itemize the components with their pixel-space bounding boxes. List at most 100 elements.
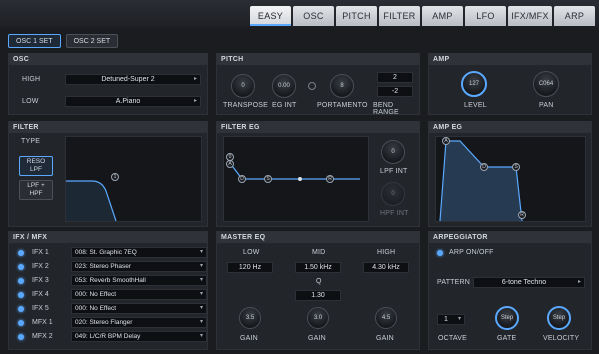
eg-int-knob[interactable]: 0.00 — [272, 74, 296, 98]
octave-label: OCTAVE — [438, 335, 467, 342]
editor-window: EASY OSC PITCH FILTER AMP LFO IFX/MFX AR… — [0, 0, 599, 354]
pan-knob[interactable]: C064 — [533, 71, 559, 97]
panel-title: FILTER EG — [217, 122, 419, 133]
lpf-int-value: 0 — [391, 149, 395, 155]
fx-type-select[interactable]: 049: L/C/R BPM Delay ▾ — [71, 331, 207, 342]
tab-filter[interactable]: FILTER — [379, 6, 420, 26]
transpose-knob[interactable]: 0 — [231, 74, 255, 98]
fx-type-select[interactable]: 023: Stereo Phaser ▾ — [71, 261, 207, 272]
osc-panel: OSC HIGH Detuned-Super 2 ▸ LOW A.Piano ▸ — [8, 53, 208, 115]
osc-set-selector: OSC 1 SET OSC 2 SET — [8, 34, 119, 48]
amp-eg-point-d[interactable]: D — [480, 163, 488, 171]
velocity-value: Step — [552, 315, 566, 321]
point-label: A — [444, 138, 448, 144]
fx-enable-led[interactable] — [18, 320, 24, 326]
amp-eg-panel: AMP EG A D S R — [428, 121, 592, 227]
low-label: LOW — [22, 98, 39, 105]
lpf-int-knob[interactable]: 0 — [381, 140, 405, 164]
filter-eg-point-s[interactable]: S — [264, 175, 272, 183]
eq-high-freq-field[interactable]: 4.30 kHz — [363, 262, 409, 273]
eq-mid-freq-field[interactable]: 1.50 kHz — [295, 262, 341, 273]
panel-title: PITCH — [217, 54, 419, 65]
portamento-knob[interactable]: 8 — [330, 74, 354, 98]
filter-eg-display[interactable]: 0 A D S R — [223, 136, 369, 222]
portamento-switch[interactable] — [308, 82, 316, 90]
fx-type-select[interactable]: 008: St. Graphic 7EQ ▾ — [71, 247, 207, 258]
tab-amp[interactable]: AMP — [422, 6, 463, 26]
fx-type-select[interactable]: 000: No Effect ▾ — [71, 303, 207, 314]
fx-slot-name: IFX 1 — [32, 249, 49, 256]
ifx-mfx-panel: IFX / MFX IFX 1 008: St. Graphic 7EQ ▾ IFX… — [8, 231, 208, 350]
filter-curve-display[interactable]: 1 — [65, 136, 202, 222]
fx-enable-led[interactable] — [18, 292, 24, 298]
tab-ifx-mfx[interactable]: IFX/MFX — [508, 6, 552, 26]
filter-eg-point-a[interactable]: A — [226, 160, 234, 168]
fx-enable-led[interactable] — [18, 334, 24, 340]
eq-q-label: Q — [316, 278, 322, 285]
fx-enable-led[interactable] — [18, 278, 24, 284]
pattern-select[interactable]: 6-tone Techno ▸ — [473, 277, 585, 288]
low-osc-select[interactable]: A.Piano ▸ — [65, 96, 201, 107]
octave-select[interactable]: 1 ▾ — [437, 314, 465, 325]
fx-row: MFX 1 020: Stereo Flanger ▾ — [14, 317, 210, 329]
eq-low-freq-field[interactable]: 120 Hz — [227, 262, 273, 273]
tab-lfo[interactable]: LFO — [465, 6, 506, 26]
point-label: S — [266, 176, 270, 182]
lpf-hpf-button[interactable]: LPF + HPF — [19, 180, 53, 200]
eq-high-gain-knob[interactable]: 4.5 — [375, 307, 397, 329]
fx-enable-led[interactable] — [18, 306, 24, 312]
arp-on-led[interactable] — [437, 250, 443, 256]
dropdown-arrow-icon: ▾ — [457, 316, 461, 322]
tab-easy[interactable]: EASY — [250, 6, 291, 26]
eq-q-field[interactable]: 1.30 — [295, 290, 341, 301]
eq-mid-label: MID — [312, 249, 326, 256]
amp-eg-display[interactable]: A D S R — [435, 136, 586, 222]
filter-panel: FILTER TYPE RESO LPF LPF + HPF 1 — [8, 121, 208, 227]
hpf-int-knob[interactable]: 0 — [381, 182, 405, 206]
fx-enable-led[interactable] — [18, 264, 24, 270]
bend-down-field[interactable]: -2 — [377, 86, 413, 97]
osc1-set-button[interactable]: OSC 1 SET — [8, 34, 61, 48]
fx-enable-led[interactable] — [18, 250, 24, 256]
transpose-value: 0 — [241, 83, 245, 89]
transpose-label: TRANSPOSE — [223, 102, 268, 109]
gate-knob[interactable]: Step — [495, 306, 519, 330]
high-osc-select[interactable]: Detuned-Super 2 ▸ — [65, 74, 201, 85]
point-label: D — [482, 164, 486, 170]
fx-type-select[interactable]: 020: Stereo Flanger ▾ — [71, 317, 207, 328]
tab-osc[interactable]: OSC — [293, 6, 334, 26]
cutoff-handle-label: 1 — [113, 174, 117, 180]
amp-eg-point-a[interactable]: A — [442, 137, 450, 145]
dropdown-arrow-icon: ▾ — [199, 277, 203, 283]
eq-low-gain-label: GAIN — [240, 335, 258, 342]
fx-type-select[interactable]: 053: Reverb SmoothHall ▾ — [71, 275, 207, 286]
level-knob[interactable]: 127 — [461, 71, 487, 97]
arp-on-off-label: ARP ON/OFF — [449, 249, 494, 256]
tab-pitch[interactable]: PITCH — [336, 6, 377, 26]
osc2-set-button[interactable]: OSC 2 SET — [65, 34, 119, 48]
point-label: R — [328, 176, 332, 182]
dropdown-arrow-icon: ▾ — [199, 333, 203, 339]
eq-low-gain-knob[interactable]: 3.5 — [239, 307, 261, 329]
amp-eg-point-r[interactable]: R — [518, 211, 526, 219]
fx-row: IFX 4 000: No Effect ▾ — [14, 289, 210, 301]
velocity-knob[interactable]: Step — [547, 306, 571, 330]
high-osc-value: Detuned-Super 2 — [101, 76, 155, 83]
arpeggiator-panel: ARPEGGIATOR ARP ON/OFF PATTERN 6-tone Te… — [428, 231, 592, 350]
fx-type-value: 000: No Effect — [75, 305, 117, 312]
cutoff-handle[interactable]: 1 — [111, 173, 119, 181]
gate-value: Step — [500, 315, 514, 321]
amp-eg-point-s[interactable]: S — [512, 163, 520, 171]
lpf-int-label: LPF INT — [380, 168, 408, 175]
filter-eg-point-d[interactable]: D — [238, 175, 246, 183]
level-label: LEVEL — [464, 102, 487, 109]
reso-lpf-button[interactable]: RESO LPF — [19, 156, 53, 176]
pattern-value: 6-tone Techno — [501, 279, 547, 286]
filter-eg-sustain-dot[interactable] — [298, 177, 302, 181]
bend-up-field[interactable]: 2 — [377, 72, 413, 83]
eq-mid-gain-knob[interactable]: 3.0 — [307, 307, 329, 329]
master-eq-panel: MASTER EQ LOW MID HIGH 120 Hz 1.50 kHz 4… — [216, 231, 420, 350]
filter-eg-point-r[interactable]: R — [326, 175, 334, 183]
fx-type-select[interactable]: 000: No Effect ▾ — [71, 289, 207, 300]
tab-arp[interactable]: ARP — [554, 6, 595, 26]
